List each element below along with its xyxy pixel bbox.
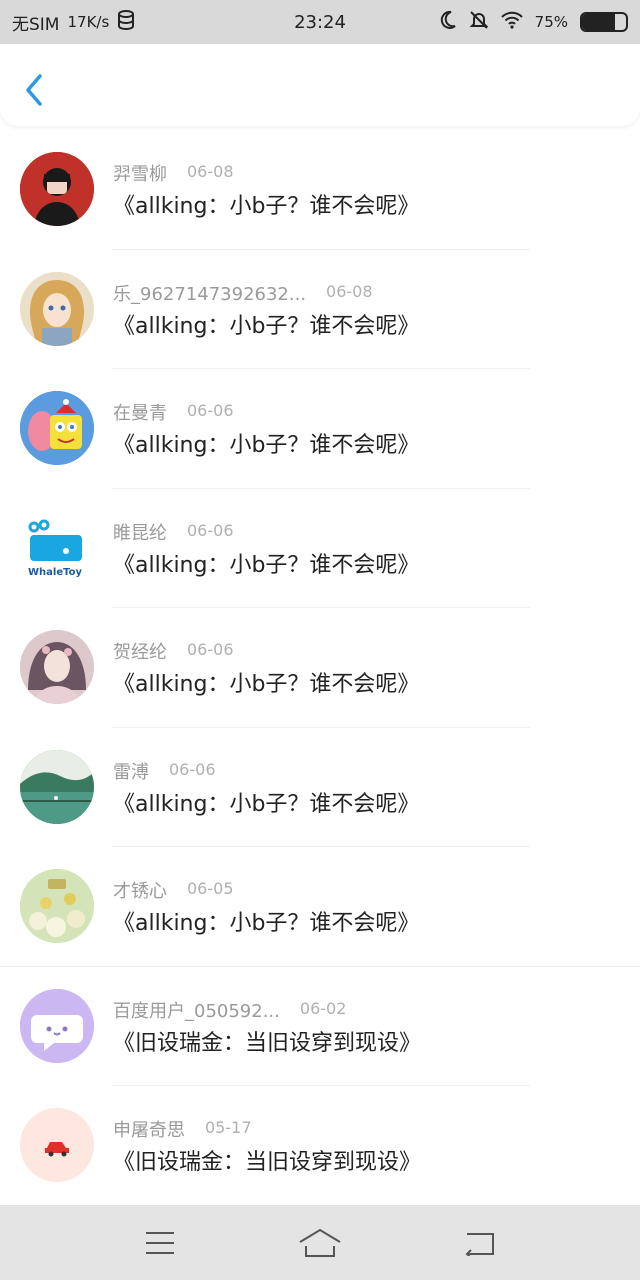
user-name: 贺经纶 xyxy=(113,642,167,663)
notification-list: 羿雪柳 06-08 《allking：小b子？谁不会呢》 乐_962714739… xyxy=(0,130,640,1206)
moon-icon xyxy=(439,10,457,35)
menu-icon xyxy=(146,1231,174,1254)
item-date: 06-05 xyxy=(187,879,234,898)
item-date: 06-06 xyxy=(187,401,234,420)
avatar[interactable] xyxy=(20,869,94,943)
database-icon xyxy=(117,9,135,35)
battery-percent: 75% xyxy=(534,13,568,31)
user-name: 百度用户_050592... xyxy=(113,1000,280,1022)
list-item[interactable]: 雷溥 06-06 《allking：小b子？谁不会呢》 xyxy=(0,728,640,847)
menu-button[interactable] xyxy=(136,1223,184,1263)
avatar[interactable] xyxy=(20,391,94,465)
list-item[interactable]: 羿雪柳 06-08 《allking：小b子？谁不会呢》 xyxy=(0,130,640,250)
user-name: 雷溥 xyxy=(113,761,149,783)
item-meta: 睢昆纶 06-06 xyxy=(113,519,234,545)
item-title: 《allking：小b子？谁不会呢》 xyxy=(113,194,420,219)
item-title: 《allking：小b子？谁不会呢》 xyxy=(113,552,420,578)
back-arrow-icon xyxy=(465,1232,494,1256)
chevron-left-icon xyxy=(26,74,42,106)
item-meta: 百度用户_050592... 06-02 xyxy=(113,997,346,1023)
user-name: 才锈心 xyxy=(113,881,167,902)
list-item[interactable]: 乐_9627147392632... 06-08 《allking：小b子？谁不… xyxy=(0,250,640,369)
net-speed-text: 17K/s xyxy=(67,13,110,31)
status-left: 无SIM 17K/s xyxy=(12,9,135,35)
user-name: 在曼青 xyxy=(113,403,167,424)
item-meta: 羿雪柳 06-08 xyxy=(113,160,234,186)
item-date: 06-06 xyxy=(187,640,234,659)
back-button[interactable] xyxy=(18,70,50,110)
list-item[interactable]: 贺经纶 06-06 《allking：小b子？谁不会呢》 xyxy=(0,608,640,728)
list-item[interactable]: 申屠奇思 05-17 《旧设瑞金：当旧设穿到现设》 xyxy=(0,1086,640,1206)
home-button[interactable] xyxy=(296,1223,344,1263)
carrier-text: 无SIM xyxy=(12,14,60,35)
user-name: 申屠奇思 xyxy=(113,1120,185,1141)
item-title: 《allking：小b子？谁不会呢》 xyxy=(113,433,420,458)
back-nav-button[interactable] xyxy=(456,1223,504,1263)
home-icon xyxy=(299,1228,341,1257)
user-name: 睢昆纶 xyxy=(113,522,167,544)
item-meta: 才锈心 06-05 xyxy=(113,877,234,903)
item-title: 《旧设瑞金：当旧设穿到现设》 xyxy=(113,1150,422,1175)
item-date: 06-08 xyxy=(326,281,373,301)
list-item[interactable]: 百度用户_050592... 06-02 《旧设瑞金：当旧设穿到现设》 xyxy=(0,967,640,1086)
avatar[interactable] xyxy=(20,271,94,346)
avatar[interactable] xyxy=(20,988,94,1063)
list-item[interactable]: 才锈心 06-05 《allking：小b子？谁不会呢》 xyxy=(0,847,640,967)
battery-icon xyxy=(580,12,628,32)
battery-fill xyxy=(582,14,615,30)
item-title: 《allking：小b子？谁不会呢》 xyxy=(113,313,420,339)
item-title: 《旧设瑞金：当旧设穿到现设》 xyxy=(113,1030,422,1056)
nav-bar xyxy=(0,44,640,126)
item-meta: 雷溥 06-06 xyxy=(113,758,216,784)
system-nav-bar xyxy=(0,1205,640,1280)
item-title: 《allking：小b子？谁不会呢》 xyxy=(113,791,420,817)
status-bar: 无SIM 17K/s 23:24 75% xyxy=(0,0,640,44)
list-item[interactable]: 在曼青 06-06 《allking：小b子？谁不会呢》 xyxy=(0,369,640,489)
item-meta: 申屠奇思 05-17 xyxy=(113,1116,252,1142)
list-item[interactable]: WhaleToy 睢昆纶 06-06 《allking：小b子？谁不会呢》 xyxy=(0,489,640,608)
user-name: 羿雪柳 xyxy=(113,164,167,185)
item-title: 《allking：小b子？谁不会呢》 xyxy=(113,911,420,936)
wifi-icon xyxy=(500,11,523,34)
user-name: 乐_9627147392632... xyxy=(113,283,307,305)
bell-muted-icon xyxy=(469,10,489,35)
item-meta: 贺经纶 06-06 xyxy=(113,638,234,664)
item-title: 《allking：小b子？谁不会呢》 xyxy=(113,672,420,697)
avatar[interactable]: WhaleToy xyxy=(20,510,94,585)
item-meta: 在曼青 06-06 xyxy=(113,399,234,425)
item-date: 06-06 xyxy=(169,759,216,779)
whaletoy-logo-text: WhaleToy xyxy=(28,567,82,578)
avatar[interactable] xyxy=(20,630,94,704)
item-date: 05-17 xyxy=(205,1118,252,1137)
item-date: 06-08 xyxy=(187,162,234,181)
avatar[interactable] xyxy=(20,1108,94,1182)
item-date: 06-02 xyxy=(299,998,347,1018)
avatar[interactable] xyxy=(20,749,94,824)
item-date: 06-06 xyxy=(187,520,234,540)
status-right: 75% xyxy=(439,10,628,35)
avatar[interactable] xyxy=(20,152,94,226)
item-meta: 乐_9627147392632... 06-08 xyxy=(113,280,373,306)
